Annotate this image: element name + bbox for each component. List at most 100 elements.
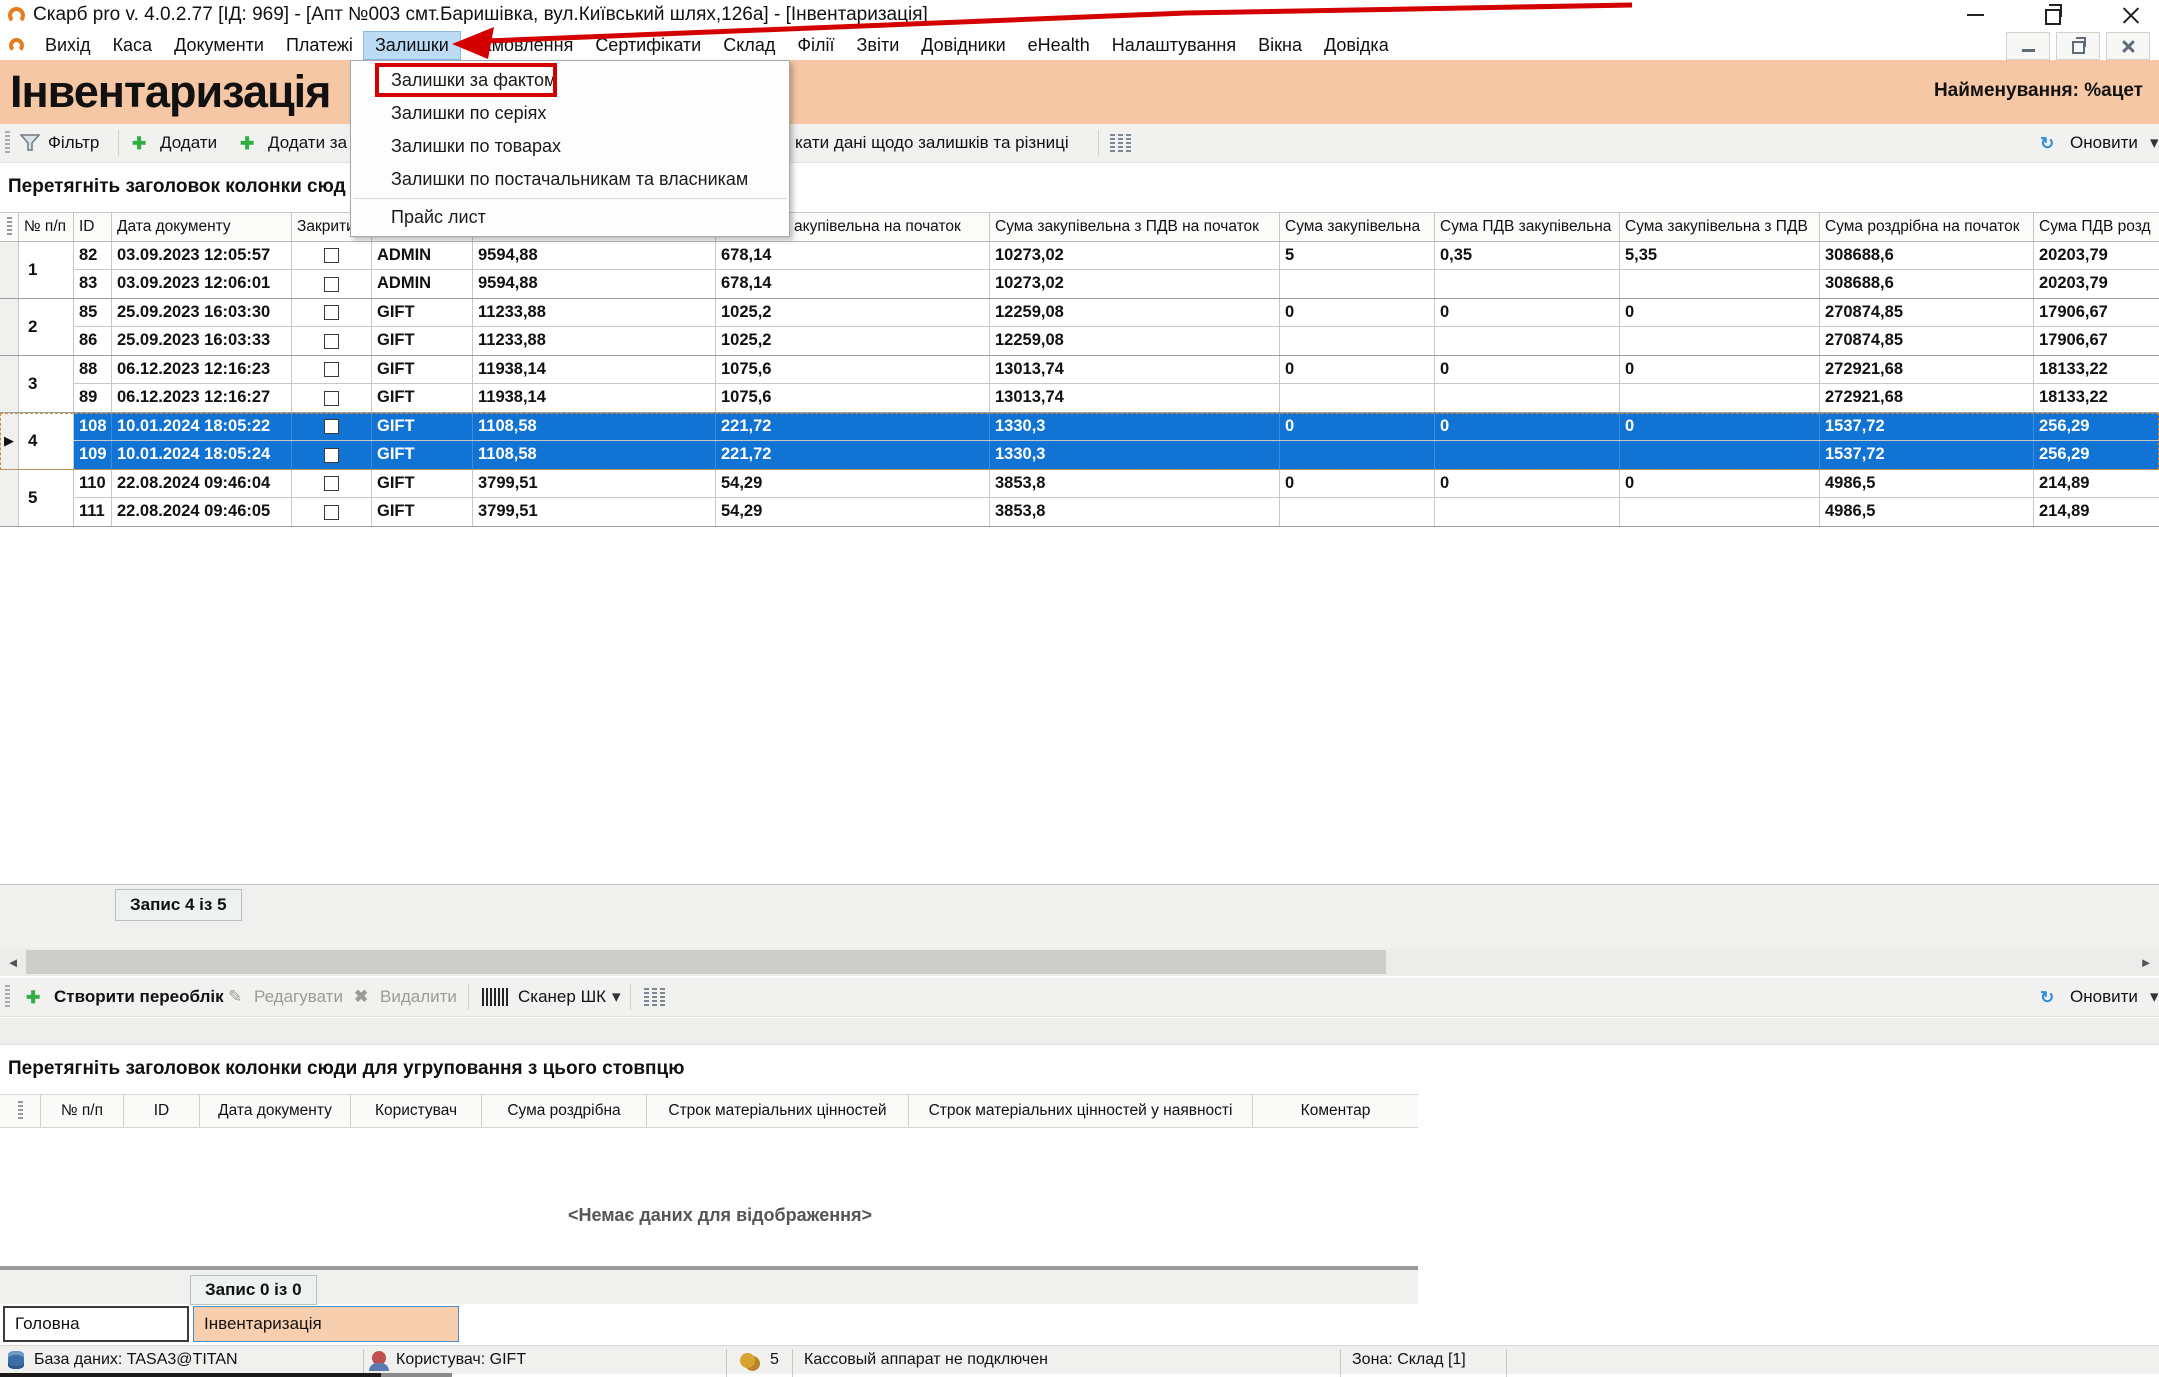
grid2-column-header-5[interactable]: Строк матеріальних цінностей <box>647 1095 909 1127</box>
closed-checkbox[interactable] <box>324 448 339 463</box>
refresh-button[interactable]: Оновити <box>2070 124 2138 162</box>
bottom-edge <box>381 1373 452 1377</box>
menu-item-3[interactable]: Платежі <box>275 32 364 59</box>
menu-item-4[interactable]: Залишки <box>364 32 460 59</box>
group-number-cell: 1 <box>19 242 74 298</box>
scanner-caret-icon[interactable]: ▾ <box>612 978 621 1016</box>
filter-button[interactable]: Фільтр <box>48 124 99 162</box>
tab-inventaryzatsiia[interactable]: Інвентаризація <box>193 1306 459 1342</box>
dropdown-item-1[interactable]: Залишки по серіях <box>351 97 789 130</box>
scroll-left-icon[interactable]: ◄ <box>0 948 26 976</box>
table-row-id-110[interactable]: 11022.08.2024 09:46:04GIFT3799,5154,2938… <box>74 470 2159 498</box>
cell: 3799,51 <box>473 498 716 526</box>
page-title: Інвентаризація <box>10 66 330 118</box>
calc-remains-button[interactable]: кати дані щодо залишків та різниці <box>795 124 1069 162</box>
grid1-column-header-2[interactable]: Дата документу <box>112 213 292 241</box>
table-row-id-86[interactable]: 8625.09.2023 16:03:33GIFT11233,881025,21… <box>74 327 2159 355</box>
table-row-id-85[interactable]: 8525.09.2023 16:03:30GIFT11233,881025,21… <box>74 299 2159 327</box>
columns-icon[interactable] <box>644 978 665 1016</box>
dropdown-item-4[interactable]: Прайс лист <box>351 201 789 234</box>
refresh-button[interactable]: Оновити <box>2070 978 2138 1016</box>
grid2-column-header-2[interactable]: Дата документу <box>200 1095 351 1127</box>
columns-icon[interactable] <box>1110 124 1131 162</box>
dropdown-item-3[interactable]: Залишки по постачальникам та власникам <box>351 163 789 196</box>
grid2-column-header-1[interactable]: ID <box>124 1095 200 1127</box>
menu-item-1[interactable]: Каса <box>102 32 164 59</box>
grid1-column-header-7[interactable]: Сума закупівельна з ПДВ на початок <box>990 213 1280 241</box>
delete-button[interactable]: Видалити <box>380 978 457 1016</box>
cell: 54,29 <box>716 470 990 497</box>
table-row-id-88[interactable]: 8806.12.2023 12:16:23GIFT11938,141075,61… <box>74 356 2159 384</box>
toolbar-grip[interactable] <box>5 985 10 1009</box>
mdi-close-button[interactable] <box>2106 32 2150 60</box>
mdi-restore-button[interactable] <box>2056 32 2100 60</box>
grid2-column-header-4[interactable]: Сума роздрібна <box>482 1095 647 1127</box>
close-button[interactable] <box>2106 0 2156 30</box>
table-row-id-108[interactable]: 10810.01.2024 18:05:22GIFT1108,58221,721… <box>74 413 2159 441</box>
menu-item-10[interactable]: Довідники <box>910 32 1016 59</box>
tab-holovna[interactable]: Головна <box>3 1306 189 1342</box>
menu-item-6[interactable]: Сертифікати <box>584 32 712 59</box>
restore-button[interactable] <box>2028 0 2078 30</box>
menu-item-12[interactable]: Налаштування <box>1101 32 1247 59</box>
grid2-column-header-6[interactable]: Строк матеріальних цінностей у наявності <box>909 1095 1253 1127</box>
toolbar-grip[interactable] <box>5 131 10 155</box>
cell <box>1620 384 1820 412</box>
grid2-column-header-7[interactable]: Коментар <box>1253 1095 1418 1127</box>
horizontal-scrollbar[interactable]: ◄ ► <box>0 948 2159 976</box>
menu-item-7[interactable]: Склад <box>712 32 786 59</box>
cell <box>1435 327 1620 355</box>
grid2-column-header-0[interactable]: № п/п <box>41 1095 124 1127</box>
mdi-minimize-button[interactable] <box>2006 32 2050 60</box>
table-row-id-89[interactable]: 8906.12.2023 12:16:27GIFT11938,141075,61… <box>74 384 2159 412</box>
create-recount-button[interactable]: Створити переоблік <box>54 978 224 1016</box>
grid1-column-header-8[interactable]: Сума закупівельна <box>1280 213 1435 241</box>
grid1-column-header-11[interactable]: Сума роздрібна на початок <box>1820 213 2034 241</box>
closed-checkbox[interactable] <box>324 248 339 263</box>
dropdown-item-2[interactable]: Залишки по товарах <box>351 130 789 163</box>
grid2-column-header-3[interactable]: Користувач <box>351 1095 482 1127</box>
menu-item-8[interactable]: Філії <box>786 32 845 59</box>
grid1-column-header-0[interactable]: № п/п <box>19 213 74 241</box>
add-button[interactable]: Додати <box>160 124 217 162</box>
cell: 18133,22 <box>2034 356 2159 383</box>
menu-item-0[interactable]: Вихід <box>34 32 102 59</box>
minimize-button[interactable] <box>1950 0 2000 30</box>
cell: 20203,79 <box>2034 242 2159 269</box>
closed-checkbox[interactable] <box>324 391 339 406</box>
menu-item-13[interactable]: Вікна <box>1247 32 1313 59</box>
table-row-id-83[interactable]: 8303.09.2023 12:06:01ADMIN9594,88678,141… <box>74 270 2159 298</box>
tab-label: Інвентаризація <box>204 1314 322 1334</box>
closed-checkbox[interactable] <box>324 419 339 434</box>
toolbar-separator <box>1098 130 1099 156</box>
grid1-column-header-10[interactable]: Сума закупівельна з ПДВ <box>1620 213 1820 241</box>
closed-checkbox[interactable] <box>324 305 339 320</box>
menu-item-11[interactable]: eHealth <box>1017 32 1101 59</box>
refresh-caret-icon[interactable]: ▾ <box>2150 124 2159 162</box>
grid1-group-3: 38806.12.2023 12:16:23GIFT11938,141075,6… <box>0 356 2159 413</box>
closed-checkbox[interactable] <box>324 334 339 349</box>
grid1-column-header-1[interactable]: ID <box>74 213 112 241</box>
barcode-scanner-button[interactable]: Сканер ШК <box>518 978 606 1016</box>
grid1-column-header-9[interactable]: Сума ПДВ закупівельна <box>1435 213 1620 241</box>
cell: 10.01.2024 18:05:24 <box>112 441 292 469</box>
menu-item-2[interactable]: Документи <box>163 32 275 59</box>
table-row-id-111[interactable]: 11122.08.2024 09:46:05GIFT3799,5154,2938… <box>74 498 2159 526</box>
closed-checkbox[interactable] <box>324 277 339 292</box>
menu-item-9[interactable]: Звіти <box>846 32 911 59</box>
group-number-cell: 3 <box>19 356 74 412</box>
menu-item-14[interactable]: Довідка <box>1313 32 1400 59</box>
menu-item-5[interactable]: Замовлення <box>460 32 585 59</box>
closed-checkbox[interactable] <box>324 476 339 491</box>
scroll-right-icon[interactable]: ► <box>2133 948 2159 976</box>
cell: 4986,5 <box>1820 498 2034 526</box>
closed-checkbox[interactable] <box>324 505 339 520</box>
refresh-caret-icon[interactable]: ▾ <box>2150 978 2159 1016</box>
grid1-column-header-12[interactable]: Сума ПДВ розд <box>2034 213 2159 241</box>
table-row-id-82[interactable]: 8203.09.2023 12:05:57ADMIN9594,88678,141… <box>74 242 2159 270</box>
table-row-id-109[interactable]: 10910.01.2024 18:05:24GIFT1108,58221,721… <box>74 441 2159 469</box>
edit-button[interactable]: Редагувати <box>254 978 343 1016</box>
closed-checkbox[interactable] <box>324 362 339 377</box>
scrollbar-thumb[interactable] <box>26 950 1386 974</box>
group-number-cell: 5 <box>19 470 74 526</box>
